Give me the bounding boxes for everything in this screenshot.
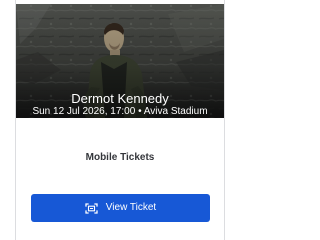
- view-ticket-label: View Ticket: [105, 202, 157, 213]
- ticket-screen: Dermot Kennedy Sun 12 Jul 2026, 17:00 • …: [0, 0, 240, 240]
- event-hero-image: Dermot Kennedy Sun 12 Jul 2026, 17:00 • …: [16, 4, 224, 118]
- ticket-card: Dermot Kennedy Sun 12 Jul 2026, 17:00 • …: [15, 0, 225, 240]
- ticket-scan-icon: [85, 202, 98, 214]
- event-date-time-venue: Sun 12 Jul 2026, 17:00 • Aviva Stadium: [32, 106, 208, 117]
- view-ticket-button[interactable]: View Ticket: [31, 194, 210, 222]
- event-artist-name: Dermot Kennedy: [71, 91, 169, 106]
- ticket-type-label: Mobile Tickets: [85, 152, 155, 163]
